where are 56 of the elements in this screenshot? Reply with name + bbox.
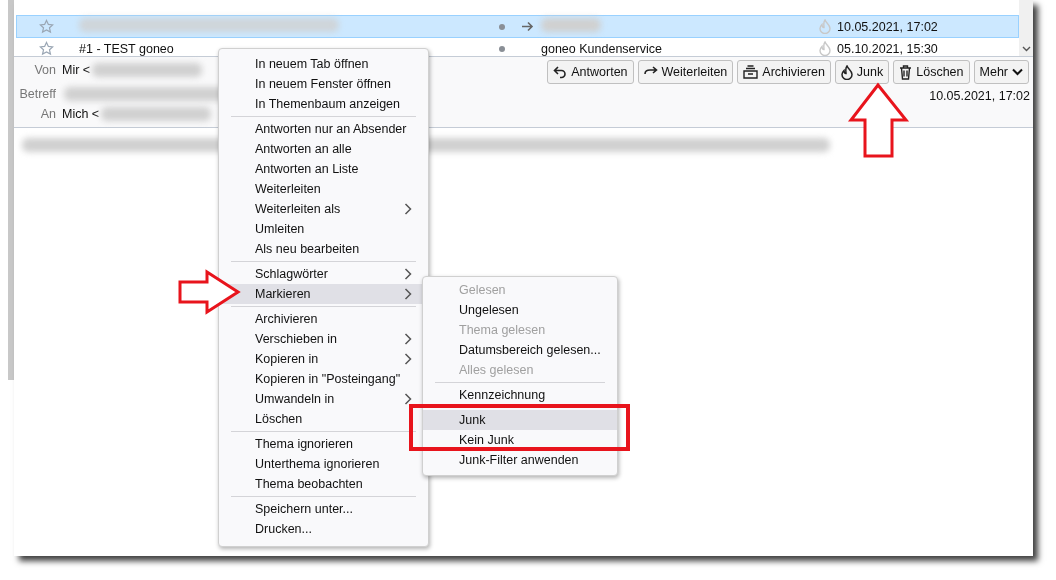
menu-item[interactable]: Junk-Filter anwenden [423,450,617,470]
menu-item[interactable]: Kein Junk [423,430,617,450]
menu-item[interactable]: Speichern unter... [219,499,428,519]
date-text: 05.10.2021, 15:30 [837,41,938,56]
correspondent-text: goneo Kundenservice [541,41,662,56]
date-text: 10.05.2021, 17:02 [928,88,1031,103]
message-row[interactable]: 10.05.2021, 17:02 [16,15,1019,38]
field-label: Betreff [18,87,56,101]
message-row[interactable]: #1 - TEST goneo goneo Kundenservice 05.10.2021, 15:30 [16,38,1019,56]
unread-dot-icon[interactable] [499,45,505,52]
field-label: An [39,107,56,121]
chevron-down-icon [1012,68,1023,76]
menu-item[interactable]: Antworten an Liste [219,159,428,179]
menu-item[interactable]: Kennzeichnung [423,385,617,405]
toolbar-button[interactable]: Archivieren [737,60,831,84]
more-dropdown[interactable]: Mehr [973,60,1029,84]
field-label: Von [33,63,56,77]
toolbar-button[interactable]: Antworten [547,60,634,84]
flame-icon[interactable] [819,19,831,34]
menu-item[interactable]: Weiterleiten [219,179,428,199]
reply-icon [553,65,568,79]
chevron-right-icon [404,288,412,300]
unread-dot-icon[interactable] [499,23,505,30]
menu-item[interactable]: Thema beobachten [219,474,428,494]
star-icon[interactable] [39,19,54,34]
trash-icon [899,64,913,80]
star-icon[interactable] [39,41,54,56]
chevron-right-icon [404,393,412,405]
menu-item[interactable]: Antworten an alle [219,139,428,159]
menu-item[interactable]: Umleiten [219,219,428,239]
menu-item[interactable]: Junk [423,410,617,430]
chevron-right-icon [404,333,412,345]
menu-item[interactable]: Weiterleiten als [219,199,428,219]
menu-item[interactable]: In neuem Tab öffnen [219,54,428,74]
date-text: 10.05.2021, 17:02 [837,19,938,34]
toolbar-button[interactable]: Weiterleiten [637,60,734,84]
menu-item[interactable]: Drucken... [219,519,428,539]
chevron-right-icon [404,203,412,215]
menu-item[interactable]: In neuem Fenster öffnen [219,74,428,94]
scroll-down-icon[interactable] [1021,46,1031,52]
chevron-right-icon [404,353,412,365]
subject-text: #1 - TEST goneo [79,41,174,56]
toolbar-button[interactable]: Löschen [893,60,970,84]
menu-item[interactable]: Antworten nur an Absender [219,119,428,139]
menu-item[interactable]: Als neu bearbeiten [219,239,428,259]
blurred-text [541,18,601,32]
chevron-right-icon [404,268,412,280]
menu-item[interactable]: In Themenbaum anzeigen [219,94,428,114]
flame-icon [840,64,853,80]
archive-box-icon [743,65,759,79]
menu-item[interactable]: Datumsbereich gelesen... [423,340,617,360]
forwarded-arrow-icon [521,21,534,32]
flame-icon[interactable] [819,41,831,56]
field-value: Mir < [62,63,91,77]
toolbar-button[interactable]: Junk [834,60,890,84]
field-value: Mich < [62,107,100,121]
